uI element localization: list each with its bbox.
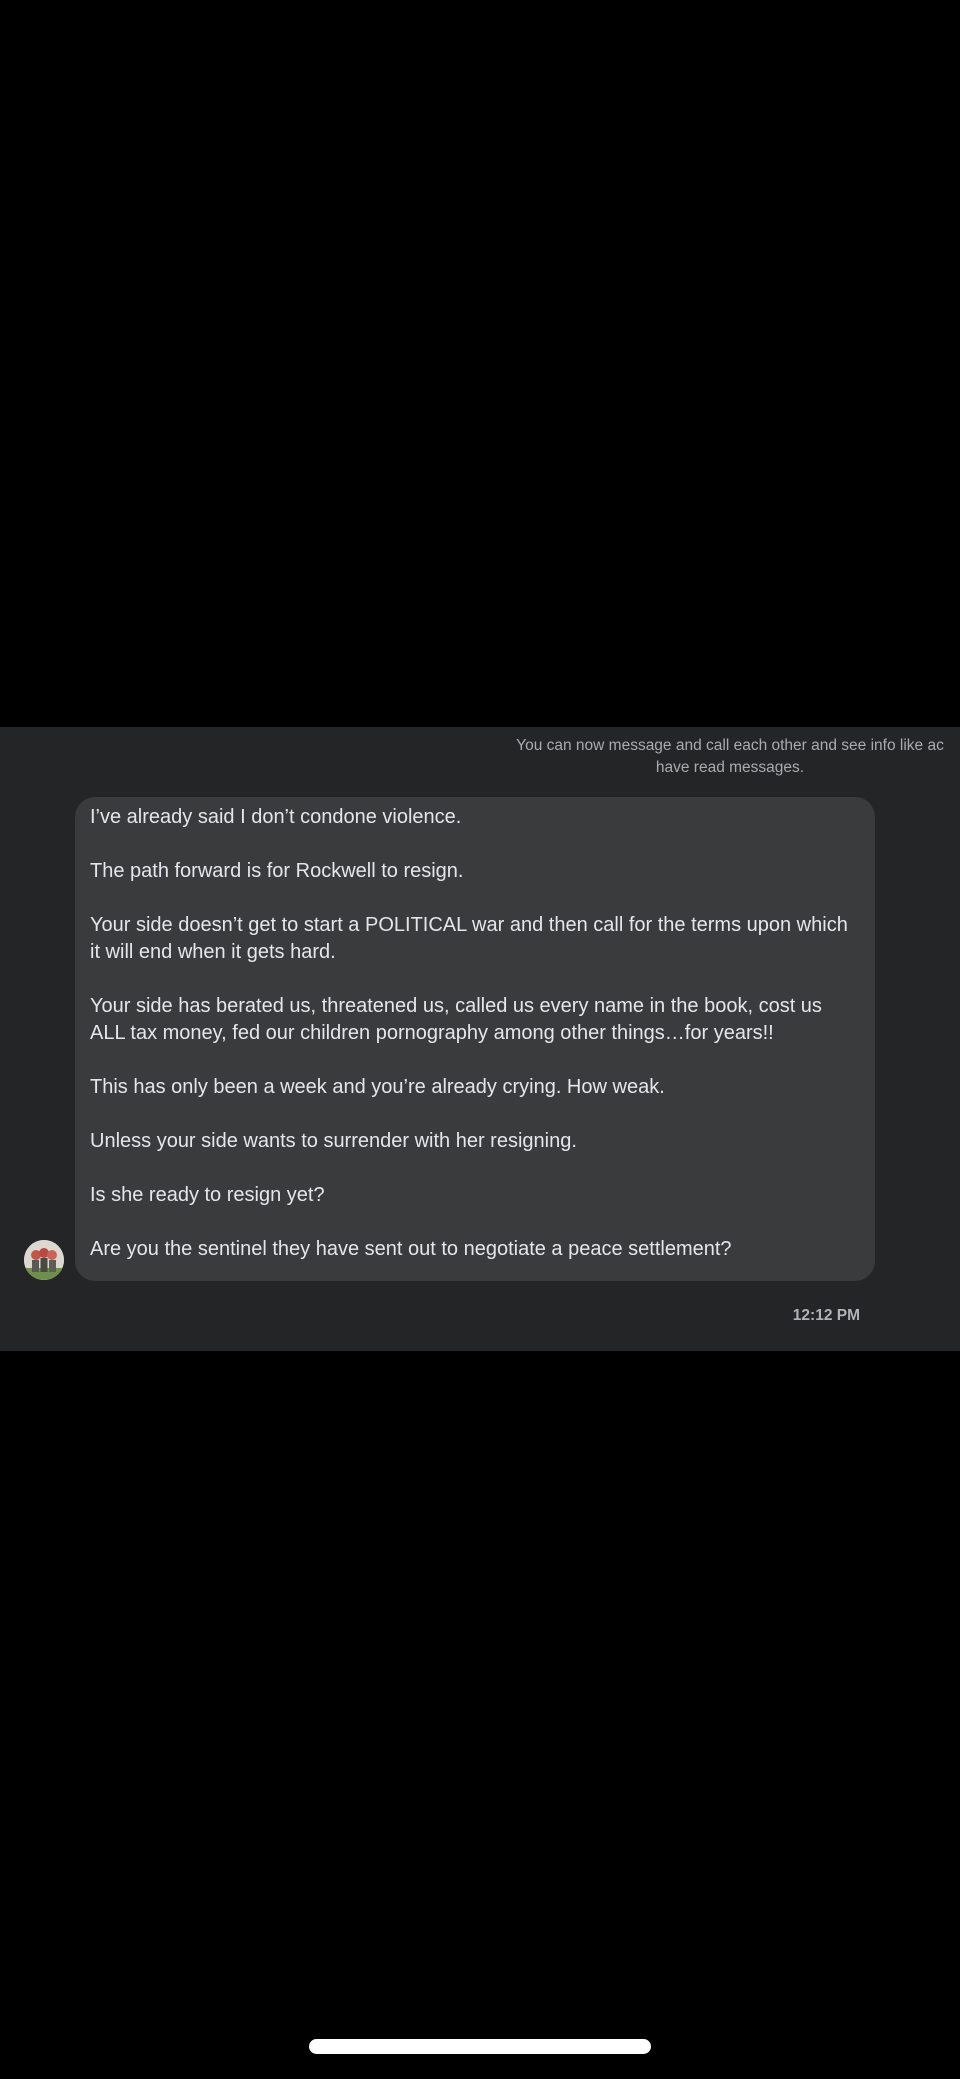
message-paragraph: Unless your side wants to surrender with… (90, 1130, 577, 1152)
message-timestamp: 12:12 PM (792, 1307, 860, 1324)
message-paragraph: Is she ready to resign yet? (90, 1184, 325, 1206)
system-notice-line-2: have read messages. (655, 759, 805, 776)
message-bubble[interactable]: I’ve already said I don’t condone violen… (75, 797, 875, 1281)
system-notice: You can now message and call each other … (470, 735, 960, 779)
conversation-panel: You can now message and call each other … (0, 727, 960, 1351)
avatar-photo-icon (24, 1240, 64, 1280)
system-notice-line-1: You can now message and call each other … (516, 737, 944, 754)
message-paragraph: I’ve already said I don’t condone violen… (90, 806, 462, 828)
message-paragraph: Your side doesn’t get to start a POLITIC… (90, 914, 848, 963)
home-indicator[interactable] (309, 2039, 651, 2054)
message-paragraph: Your side has berated us, threatened us,… (90, 995, 822, 1044)
message-paragraph: The path forward is for Rockwell to resi… (90, 860, 464, 882)
sender-avatar[interactable] (24, 1240, 64, 1280)
message-paragraph: This has only been a week and you’re alr… (90, 1076, 665, 1098)
message-paragraph: Are you the sentinel they have sent out … (90, 1238, 732, 1260)
